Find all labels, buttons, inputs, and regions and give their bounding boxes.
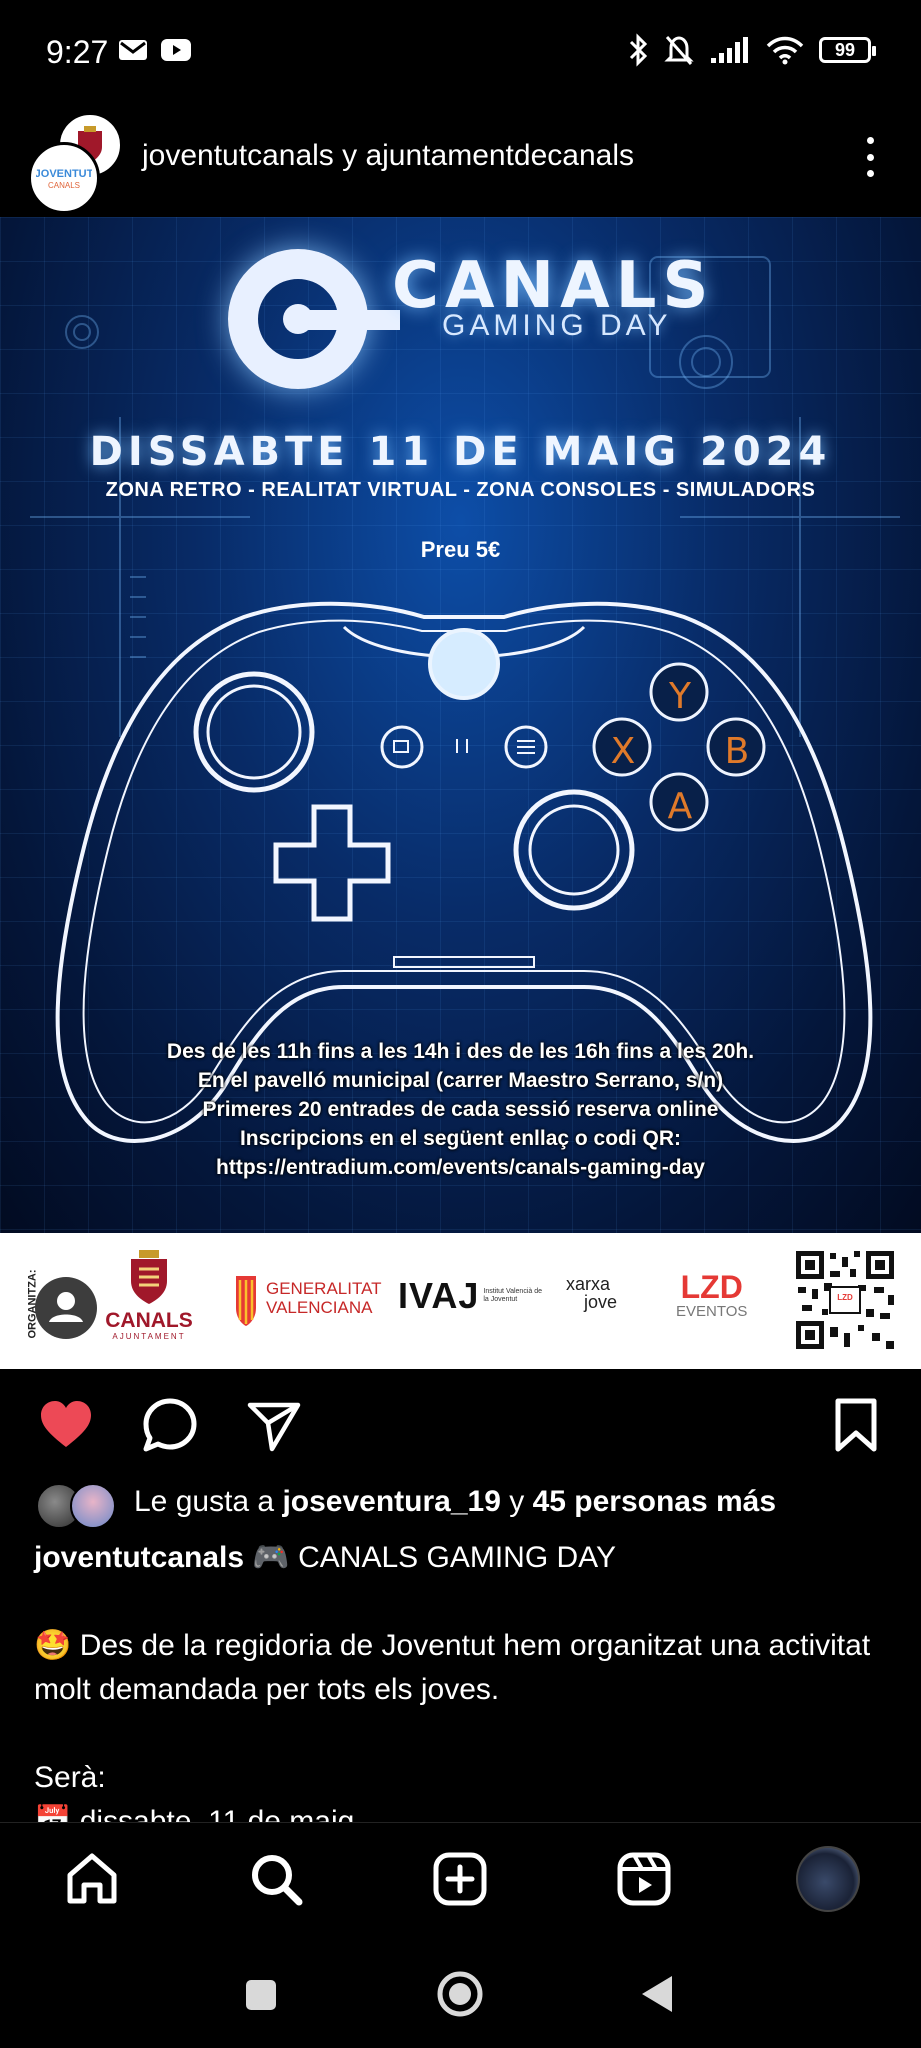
profile-avatar	[796, 1846, 860, 1912]
info-line: En el pavelló municipal (carrer Maestro …	[197, 1069, 724, 1092]
back-triangle-icon[interactable]	[640, 1974, 674, 2014]
button-x: X	[610, 731, 636, 772]
user-avatar-icon	[35, 1277, 97, 1339]
view-button	[380, 725, 424, 769]
xarxa-line1: xarxa	[566, 1274, 611, 1294]
plus-square-icon	[433, 1852, 487, 1906]
search-icon	[252, 1855, 303, 1906]
dpad	[273, 804, 391, 922]
status-time: 9:27	[46, 34, 109, 70]
qr-code: LZD	[794, 1249, 896, 1351]
ivaj-sub-label: Institut Valencià de la Joventut	[483, 1288, 543, 1303]
bluetooth-icon	[629, 33, 648, 67]
joventut-logo-icon: JOVENTUT CANALS	[36, 168, 92, 190]
avatar-joventut[interactable]: JOVENTUT CANALS	[28, 142, 100, 214]
poster-subtitle: GAMING DAY	[442, 309, 672, 342]
poster-zones: ZONA RETRO - REALITAT VIRTUAL - ZONA CON…	[105, 479, 816, 501]
post-caption: joventutcanals 🎮 CANALS GAMING DAY 🤩 Des…	[34, 1536, 894, 1844]
like-heart-icon[interactable]	[38, 1397, 94, 1453]
home-icon	[67, 1853, 117, 1904]
nav-profile[interactable]	[796, 1846, 860, 1912]
post-image[interactable]: CANALS GAMING DAY DISSABTE 11 DE MAIG 20…	[0, 217, 921, 1233]
wifi-icon	[766, 36, 804, 65]
comment-icon[interactable]	[142, 1397, 198, 1453]
poster-price: Preu 5€	[420, 537, 501, 562]
post-author[interactable]: joventutcanals y ajuntamentdecanals	[142, 139, 634, 173]
youtube-icon	[161, 39, 191, 61]
caption-sera: Serà:	[34, 1761, 106, 1794]
bottom-nav	[0, 1822, 921, 1943]
button-a: A	[667, 786, 693, 827]
caption-title: CANALS GAMING DAY	[298, 1541, 616, 1574]
sponsors-strip: ORGANITZA: CANALS AJUNTAMENT GENERALITAT…	[0, 1233, 921, 1369]
likes-row[interactable]: Le gusta a joseventura_19 y 45 personas …	[0, 1479, 921, 1529]
battery-icon: 99	[819, 37, 876, 63]
likes-count[interactable]: 45 personas más	[533, 1485, 776, 1518]
canals-sub-label: AJUNTAMENT	[112, 1332, 186, 1341]
mail-icon	[119, 40, 147, 60]
signal-icon	[711, 37, 748, 63]
xarxa-jove-logo: xarxa jove	[566, 1275, 617, 1311]
svg-text:LZD: LZD	[837, 1293, 853, 1302]
status-bar: 9:27 99	[0, 0, 921, 105]
recent-apps-icon[interactable]	[244, 1978, 278, 2012]
canals-label: CANALS	[105, 1309, 193, 1332]
organitza-block: ORGANITZA:	[27, 1258, 102, 1358]
lzd-label: LZD	[680, 1269, 743, 1305]
gva-line1: GENERALITAT	[266, 1279, 382, 1298]
nav-home[interactable]	[60, 1847, 124, 1911]
caption-body: Des de la regidoria de Joventut hem orga…	[34, 1629, 871, 1706]
caption-username[interactable]: joventutcanals	[34, 1541, 244, 1574]
nav-reels[interactable]	[612, 1847, 676, 1911]
caption-title-line: joventutcanals 🎮 CANALS GAMING DAY	[34, 1536, 894, 1580]
canals-ajuntament-logo: CANALS AJUNTAMENT	[104, 1249, 194, 1357]
likes-text: Le gusta a joseventura_19 y 45 personas …	[134, 1485, 777, 1518]
button-b: B	[724, 731, 750, 772]
nav-search[interactable]	[244, 1847, 308, 1911]
xarxa-line2: jove	[584, 1292, 618, 1312]
gamepad-emoji: 🎮	[252, 1541, 290, 1574]
lzd-eventos-logo: LZD EVENTOS	[676, 1271, 747, 1320]
left-stick	[193, 671, 315, 793]
more-options-icon[interactable]	[863, 137, 877, 177]
post-header: JOVENTUT CANALS joventutcanals y ajuntam…	[0, 105, 921, 217]
mute-bell-icon	[664, 36, 694, 65]
save-bookmark-icon[interactable]	[828, 1397, 884, 1453]
button-y: Y	[669, 676, 691, 717]
star-eyes-emoji: 🤩	[34, 1629, 72, 1662]
gva-line2: VALENCIANA	[266, 1298, 373, 1317]
nav-create[interactable]	[428, 1847, 492, 1911]
system-navigation-bar	[0, 1942, 921, 2048]
generalitat-logo: GENERALITAT VALENCIANA	[232, 1263, 382, 1333]
post-actions	[0, 1369, 921, 1479]
poster-info: Des de les 11h fins a les 14h i des de l…	[0, 1037, 921, 1182]
liker-avatar	[70, 1483, 116, 1529]
guide-button	[428, 628, 500, 700]
ivaj-label: IVAJ	[398, 1275, 480, 1316]
svg-text:CANALS: CANALS	[48, 181, 80, 190]
info-line: https://entradium.com/events/canals-gami…	[216, 1156, 705, 1179]
canals-crest-icon	[131, 1250, 167, 1304]
lzd-sub-label: EVENTOS	[676, 1303, 748, 1320]
info-line: Primeres 20 entrades de cada sessió rese…	[202, 1098, 719, 1121]
liker-username[interactable]: joseventura_19	[282, 1485, 500, 1518]
reels-icon	[617, 1852, 671, 1906]
info-line: Des de les 11h fins a les 14h i des de l…	[166, 1040, 755, 1063]
info-line: Inscripcions en el següent enllaç o codi…	[239, 1127, 682, 1150]
share-send-icon[interactable]	[246, 1397, 302, 1453]
right-stick	[513, 789, 635, 911]
generalitat-crest-icon	[236, 1276, 256, 1326]
svg-text:JOVENTUT: JOVENTUT	[36, 168, 92, 180]
poster-date: DISSABTE 11 DE MAIG 2024	[89, 429, 832, 475]
caption-body-line: 🤩 Des de la regidoria de Joventut hem or…	[34, 1624, 894, 1712]
ivaj-logo: IVAJ Institut Valencià de la Joventut	[398, 1275, 545, 1317]
home-circle-icon[interactable]	[436, 1970, 484, 2018]
